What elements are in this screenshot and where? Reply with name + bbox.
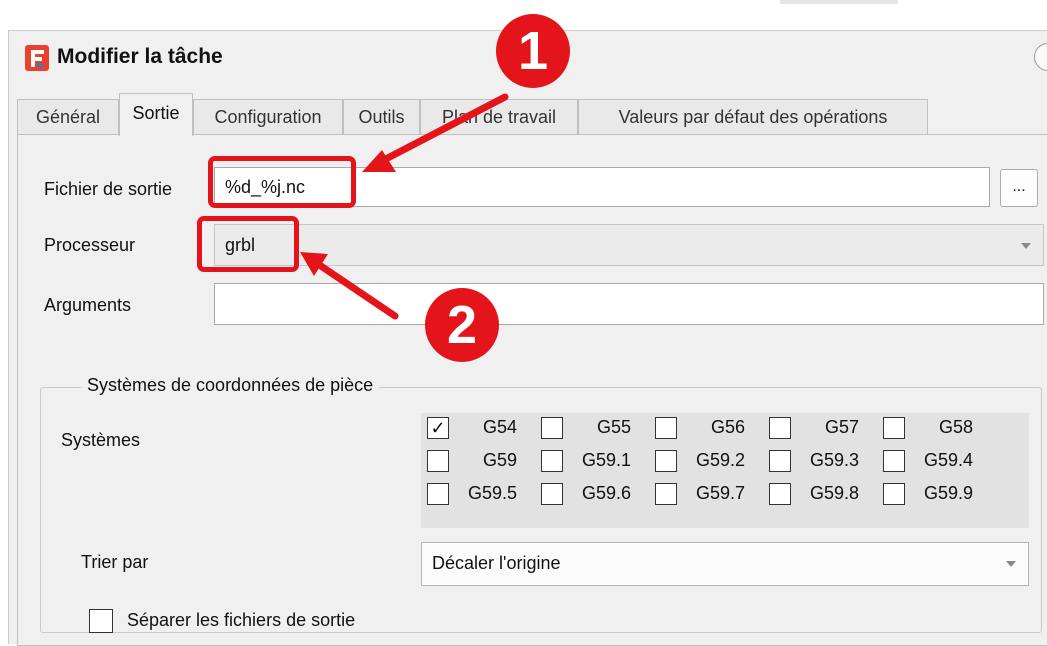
arrow-1-shaft — [376, 93, 509, 166]
tab-sortie[interactable]: Sortie — [119, 93, 193, 136]
arrow-2-shaft — [311, 258, 399, 320]
annotation-badge-2: 2 — [425, 288, 499, 362]
annotation-badge-1: 1 — [496, 14, 570, 88]
